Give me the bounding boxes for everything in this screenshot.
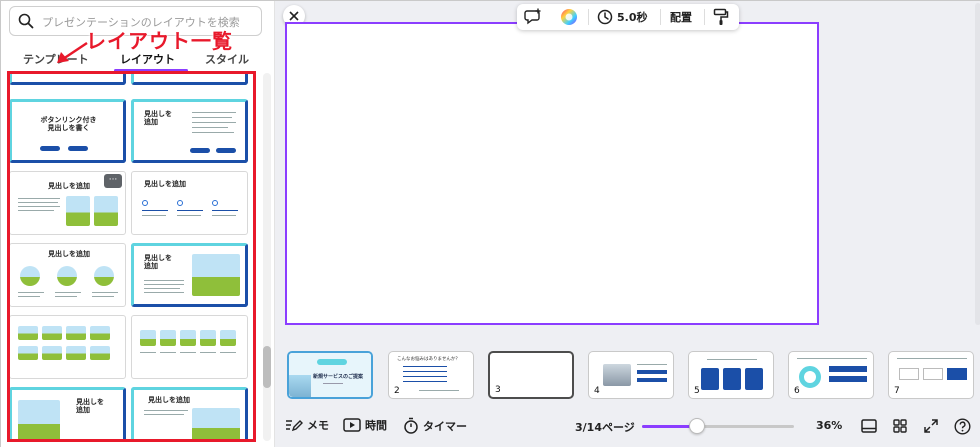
bottom-bar: メモ 時間 タイマー 3/14ページ 36%	[275, 411, 980, 441]
thumbnail-button	[216, 148, 236, 153]
duration-label: 5.0秒	[617, 11, 648, 24]
paint-roller-icon	[713, 8, 729, 25]
callout-arrow-icon	[57, 41, 88, 63]
layout-thumbnail[interactable]	[9, 315, 126, 379]
timing-button[interactable]: 5.0秒	[597, 8, 648, 26]
clock-icon	[597, 9, 613, 25]
play-box-icon	[343, 418, 361, 432]
page-number: 3	[495, 385, 501, 395]
arrange-label: 配置	[670, 11, 692, 24]
page-number: 2	[394, 386, 400, 396]
editor-main: 5.0秒 配置 新規サービスのご提案 こんなお悩みはありませんか？ 2 3 4 …	[275, 1, 980, 447]
time-label: 時間	[365, 419, 387, 432]
page-thumbnail-1[interactable]: 新規サービスのご提案	[287, 351, 373, 399]
notes-pen-icon	[286, 420, 303, 432]
thumbnail-button	[68, 146, 88, 151]
page-number: 4	[594, 386, 600, 396]
expand-icon	[924, 419, 938, 433]
layout-thumbnail[interactable]: 見出しを 追加	[9, 387, 126, 441]
layout-thumbnail[interactable]: ボタンリンク付き 見出しを書く	[9, 99, 126, 163]
layout-thumbnail[interactable]: 見出しを追加	[131, 171, 248, 235]
duration-panel-button[interactable]: 時間	[343, 417, 387, 433]
page-thumbnail-title: こんなお悩みはありませんか？	[397, 357, 460, 362]
layout-thumbnail[interactable]: 見出しを 追加	[131, 243, 248, 307]
thumbnail-title: 見出しを 追加	[144, 254, 172, 271]
slide-canvas[interactable]	[285, 22, 819, 325]
timer-label: タイマー	[423, 419, 467, 433]
thumbnail-title: 見出しを追加	[144, 180, 186, 188]
thumbnail-title: 見出しを追加	[148, 396, 190, 404]
arrange-button[interactable]: 配置	[670, 8, 692, 26]
page-thumbnail-5[interactable]: 5	[688, 351, 774, 399]
page-strip: 新規サービスのご提案 こんなお悩みはありませんか？ 2 3 4 5 6 7	[275, 341, 980, 403]
layout-thumbnail[interactable]	[9, 73, 126, 85]
thumbnail-title: 見出しを 追加	[144, 110, 172, 127]
single-page-view-icon	[861, 419, 877, 433]
canvas-scrollbar[interactable]	[975, 3, 980, 325]
floating-toolbar: 5.0秒 配置	[517, 4, 739, 30]
layout-list-annotation: レイアウト一覧	[86, 29, 233, 53]
color-wheel-icon	[561, 9, 577, 25]
layout-thumbnail[interactable]: 見出しを追加	[9, 243, 126, 307]
page-thumbnail-4[interactable]: 4	[588, 351, 674, 399]
layout-thumbnail[interactable]: 見出しを 追加	[131, 99, 248, 163]
page-thumbnail-7[interactable]: 7	[888, 351, 974, 399]
active-tab-indicator	[114, 69, 188, 72]
page-indicator: 3/14ページ	[575, 421, 635, 434]
page-thumbnail-title: 新規サービスのご提案	[313, 374, 364, 380]
notes-label: メモ	[307, 419, 329, 432]
layout-panel: テンプレート レイアウト スタイル レイアウト一覧 ボタンリンク付き 見出しを書…	[1, 1, 275, 447]
zoom-slider-knob[interactable]	[688, 418, 705, 434]
notes-button[interactable]: メモ	[285, 417, 329, 433]
thumbnail-title: 見出しを追加	[48, 250, 90, 258]
thumbnail-title: ボタンリンク付き 見出しを書く	[40, 116, 97, 133]
layout-thumbnail[interactable]: 見出しを追加 ···	[9, 171, 126, 235]
page-thumbnail-2[interactable]: こんなお悩みはありませんか？ 2	[388, 351, 474, 399]
layout-thumbnail-list[interactable]: ボタンリンク付き 見出しを書く 見出しを 追加 見出しを追加 ··· 見出しを追…	[9, 73, 253, 441]
close-icon	[289, 11, 299, 21]
layout-thumbnail[interactable]	[131, 73, 248, 85]
timer-button[interactable]: タイマー	[403, 417, 467, 434]
zoom-slider[interactable]	[642, 425, 794, 428]
help-button[interactable]	[953, 417, 971, 435]
page-thumbnail-3[interactable]: 3	[488, 351, 574, 399]
thumbnail-button	[190, 148, 210, 153]
page-thumbnail-6[interactable]: 6	[788, 351, 874, 399]
stopwatch-icon	[404, 417, 418, 434]
comment-add-icon	[524, 8, 541, 25]
more-horizontal-icon[interactable]: ···	[104, 174, 122, 188]
thumbnail-view-button[interactable]	[860, 417, 878, 435]
page-number: 5	[694, 386, 700, 396]
layout-thumbnail[interactable]	[131, 315, 248, 379]
copy-style-button[interactable]	[713, 8, 729, 26]
search-icon	[18, 13, 34, 29]
color-button[interactable]	[560, 8, 578, 26]
grid-icon	[893, 419, 907, 433]
page-number: 6	[794, 386, 800, 396]
comment-button[interactable]	[524, 8, 542, 26]
grid-view-button[interactable]	[891, 417, 909, 435]
panel-scrollbar-thumb[interactable]	[263, 346, 271, 388]
thumbnail-button	[40, 146, 60, 151]
zoom-level[interactable]: 36%	[816, 419, 842, 432]
layout-thumbnail[interactable]: 見出しを追加	[131, 387, 248, 441]
thumbnail-title: 見出しを 追加	[76, 398, 104, 415]
thumbnail-title: 見出しを追加	[48, 182, 90, 190]
page-number: 7	[894, 386, 900, 396]
help-icon	[953, 417, 971, 435]
fullscreen-button[interactable]	[922, 417, 940, 435]
